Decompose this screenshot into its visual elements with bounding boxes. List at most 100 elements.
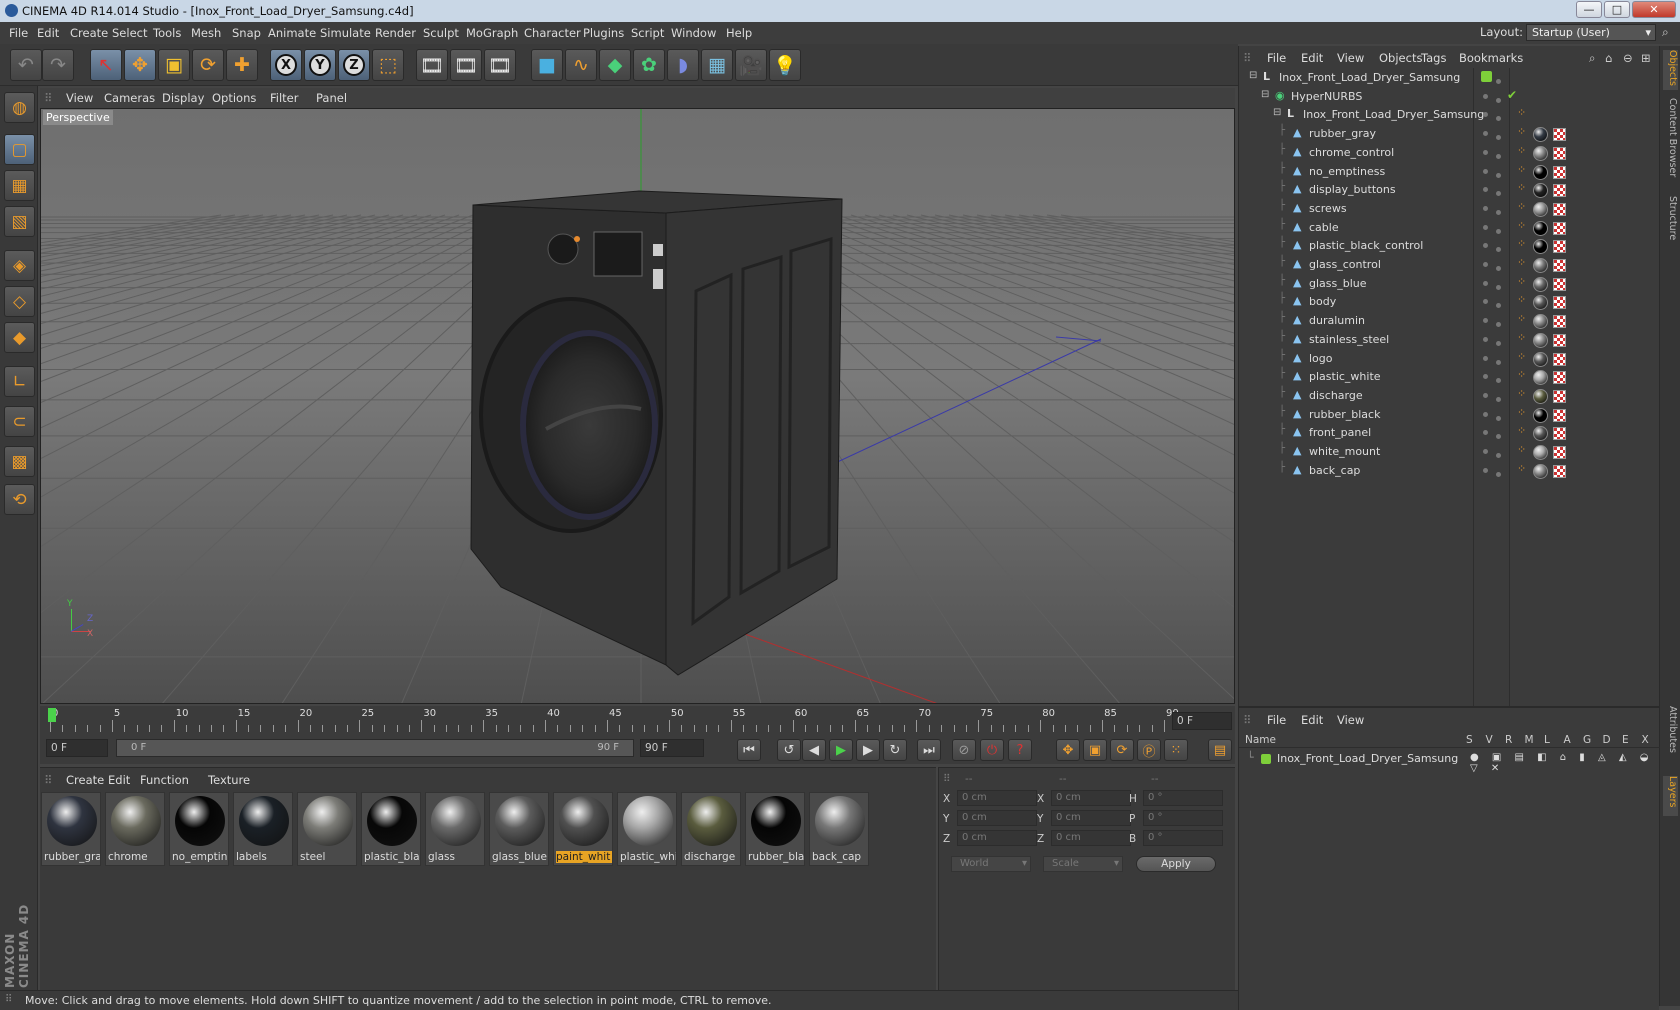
menu-tools[interactable]: Tools (153, 26, 181, 40)
layer-col-m[interactable]: M (1525, 734, 1534, 746)
material-tag-icon[interactable] (1533, 463, 1548, 479)
texture-mode-button[interactable]: ▦ (4, 170, 35, 201)
editor-visibility-icon[interactable] (1483, 149, 1488, 155)
lock-y-button[interactable]: Y (304, 49, 336, 81)
material-swatch[interactable]: no_emptin (169, 792, 229, 866)
key-pla-button[interactable]: ⁙ (1164, 739, 1188, 761)
coord-field[interactable]: 0 cm (1051, 830, 1131, 846)
render-visibility-icon[interactable] (1496, 228, 1501, 234)
coord-field[interactable]: 0 ° (1143, 830, 1223, 846)
viewport-menu-options[interactable]: Options (212, 91, 256, 105)
object-row[interactable]: ├ ▲ front_panel ⁘ (1239, 423, 1660, 443)
workplane-button[interactable]: ▧ (4, 206, 35, 237)
editor-visibility-icon[interactable] (1483, 430, 1488, 436)
object-row[interactable]: ├ ▲ duralumin ⁘ (1239, 311, 1660, 331)
polygons-mode-button[interactable]: ◆ (4, 322, 35, 353)
material-tag-icon[interactable] (1533, 407, 1548, 423)
move-tool-button[interactable]: ✥ (124, 49, 156, 81)
render-visibility-icon[interactable] (1496, 266, 1501, 271)
phong-tag-icon[interactable]: ⁘ (1517, 424, 1526, 437)
material-tag-icon[interactable] (1533, 426, 1548, 442)
prev-frame-button[interactable]: ◀ (802, 739, 826, 761)
viewport-3d[interactable]: Perspective ✥ ⇕ ⟲ ▢ Y Z X (40, 108, 1235, 704)
redo-button[interactable]: ↷ (42, 49, 74, 81)
expand-icon[interactable]: ⊟ (1273, 107, 1281, 118)
material-tag-icon[interactable] (1533, 351, 1548, 367)
menu-edit[interactable]: Edit (37, 26, 59, 40)
render-visibility-icon[interactable] (1496, 97, 1501, 103)
layer-col-l[interactable]: L (1544, 734, 1550, 746)
material-swatch[interactable]: glass (425, 792, 485, 866)
render-visibility-icon[interactable] (1496, 172, 1501, 178)
object-menu-objects[interactable]: Objects (1379, 51, 1422, 65)
uvw-tag-icon[interactable] (1553, 352, 1566, 366)
material-tag-icon[interactable] (1533, 201, 1548, 217)
uvw-tag-icon[interactable] (1553, 128, 1566, 142)
render-visibility-icon[interactable] (1496, 303, 1501, 309)
object-row[interactable]: ├ ▲ stainless_steel ⁘ (1239, 330, 1660, 350)
layer-menu-file[interactable]: File (1267, 713, 1286, 727)
drag-handle-icon[interactable]: ⠿ (1243, 713, 1251, 727)
layer-col-g[interactable]: G (1583, 734, 1591, 746)
prev-key-button[interactable]: ↺ (777, 739, 801, 761)
uvw-tag-icon[interactable] (1553, 333, 1566, 347)
menu-snap[interactable]: Snap (232, 26, 261, 40)
add-nurbs-button[interactable]: ◆ (599, 49, 631, 81)
viewport-menu-view[interactable]: View (66, 91, 93, 105)
uvw-tag-icon[interactable] (1553, 221, 1566, 235)
render-visibility-icon[interactable] (1496, 434, 1501, 440)
material-tag-icon[interactable] (1533, 314, 1548, 330)
object-menu-view[interactable]: View (1337, 51, 1364, 65)
render-visibility-icon[interactable] (1496, 191, 1501, 197)
menu-file[interactable]: File (9, 26, 28, 40)
uvw-tag-icon[interactable] (1553, 446, 1566, 459)
material-tag-icon[interactable] (1533, 258, 1548, 273)
render-visibility-icon[interactable] (1496, 415, 1501, 421)
home-icon[interactable]: ⌂ (1605, 51, 1612, 65)
object-row[interactable]: ⊟ L Inox_Front_Load_Dryer_Samsung ⁘ (1239, 105, 1660, 125)
phong-tag-icon[interactable]: ⁘ (1517, 406, 1526, 419)
uvw-tag-icon[interactable] (1553, 259, 1566, 272)
new-window-icon[interactable]: ⊞ (1641, 51, 1651, 65)
menu-sculpt[interactable]: Sculpt (423, 26, 459, 40)
layer-col-x[interactable]: X (1642, 734, 1649, 746)
object-row[interactable]: ⊟ ◉ HyperNURBS ✔ (1239, 87, 1660, 107)
object-row[interactable]: ├ ▲ white_mount ⁘ (1239, 442, 1660, 462)
material-tag-icon[interactable] (1533, 388, 1548, 404)
phong-tag-icon[interactable]: ⁘ (1517, 237, 1526, 250)
lock-x-button[interactable]: X (270, 49, 302, 81)
editor-visibility-icon[interactable] (1483, 168, 1488, 174)
tab-objects[interactable]: Objects (1663, 50, 1678, 90)
coord-field[interactable]: 0 cm (957, 830, 1037, 846)
material-tag-icon[interactable] (1533, 332, 1548, 348)
viewport-menu-panel[interactable]: Panel (316, 91, 347, 105)
uvw-tag-icon[interactable] (1553, 146, 1566, 160)
object-row[interactable]: ├ ▲ display_buttons ⁘ (1239, 180, 1660, 200)
object-row[interactable]: ├ ▲ rubber_black ⁘ (1239, 405, 1660, 425)
layer-flags-icon[interactable]: ● ▣ ▤ ◧ ⌂ ▮ ◬ ◭ ◒ ▽ ✕ (1470, 752, 1660, 774)
frame-range-slider[interactable]: 0 F 90 F (116, 739, 634, 757)
phong-tag-icon[interactable]: ⁘ (1517, 256, 1526, 269)
object-menu-edit[interactable]: Edit (1301, 51, 1323, 65)
minimize-button[interactable]: — (1576, 1, 1602, 18)
phong-tag-icon[interactable]: ⁘ (1517, 219, 1526, 232)
object-row[interactable]: ├ ▲ chrome_control ⁘ (1239, 143, 1660, 163)
material-tag-icon[interactable] (1533, 239, 1548, 255)
goto-start-button[interactable]: ⏮ (737, 739, 761, 761)
drag-handle-icon[interactable]: ⠿ (1243, 51, 1251, 65)
edges-mode-button[interactable]: ◇ (4, 286, 35, 317)
menu-mesh[interactable]: Mesh (191, 26, 221, 40)
render-visibility-icon[interactable] (1496, 359, 1501, 365)
render-picture-button[interactable]: 🎞 (450, 49, 482, 81)
timeline-ruler[interactable]: 051015202530354045505560657075808590 0 F (40, 706, 1235, 734)
phong-tag-icon[interactable]: ⁘ (1517, 368, 1526, 381)
layer-menu-edit[interactable]: Edit (1301, 713, 1323, 727)
add-camera-button[interactable]: 🎥 (735, 49, 767, 81)
editor-visibility-icon[interactable] (1483, 205, 1488, 211)
menu-help[interactable]: Help (726, 26, 752, 40)
menu-animate[interactable]: Animate (268, 26, 316, 40)
drag-handle-icon[interactable]: ⠿ (943, 773, 951, 785)
coord-field[interactable]: 0 ° (1143, 790, 1223, 806)
phong-tag-icon[interactable]: ⁘ (1517, 350, 1526, 363)
menu-window[interactable]: Window (671, 26, 716, 40)
